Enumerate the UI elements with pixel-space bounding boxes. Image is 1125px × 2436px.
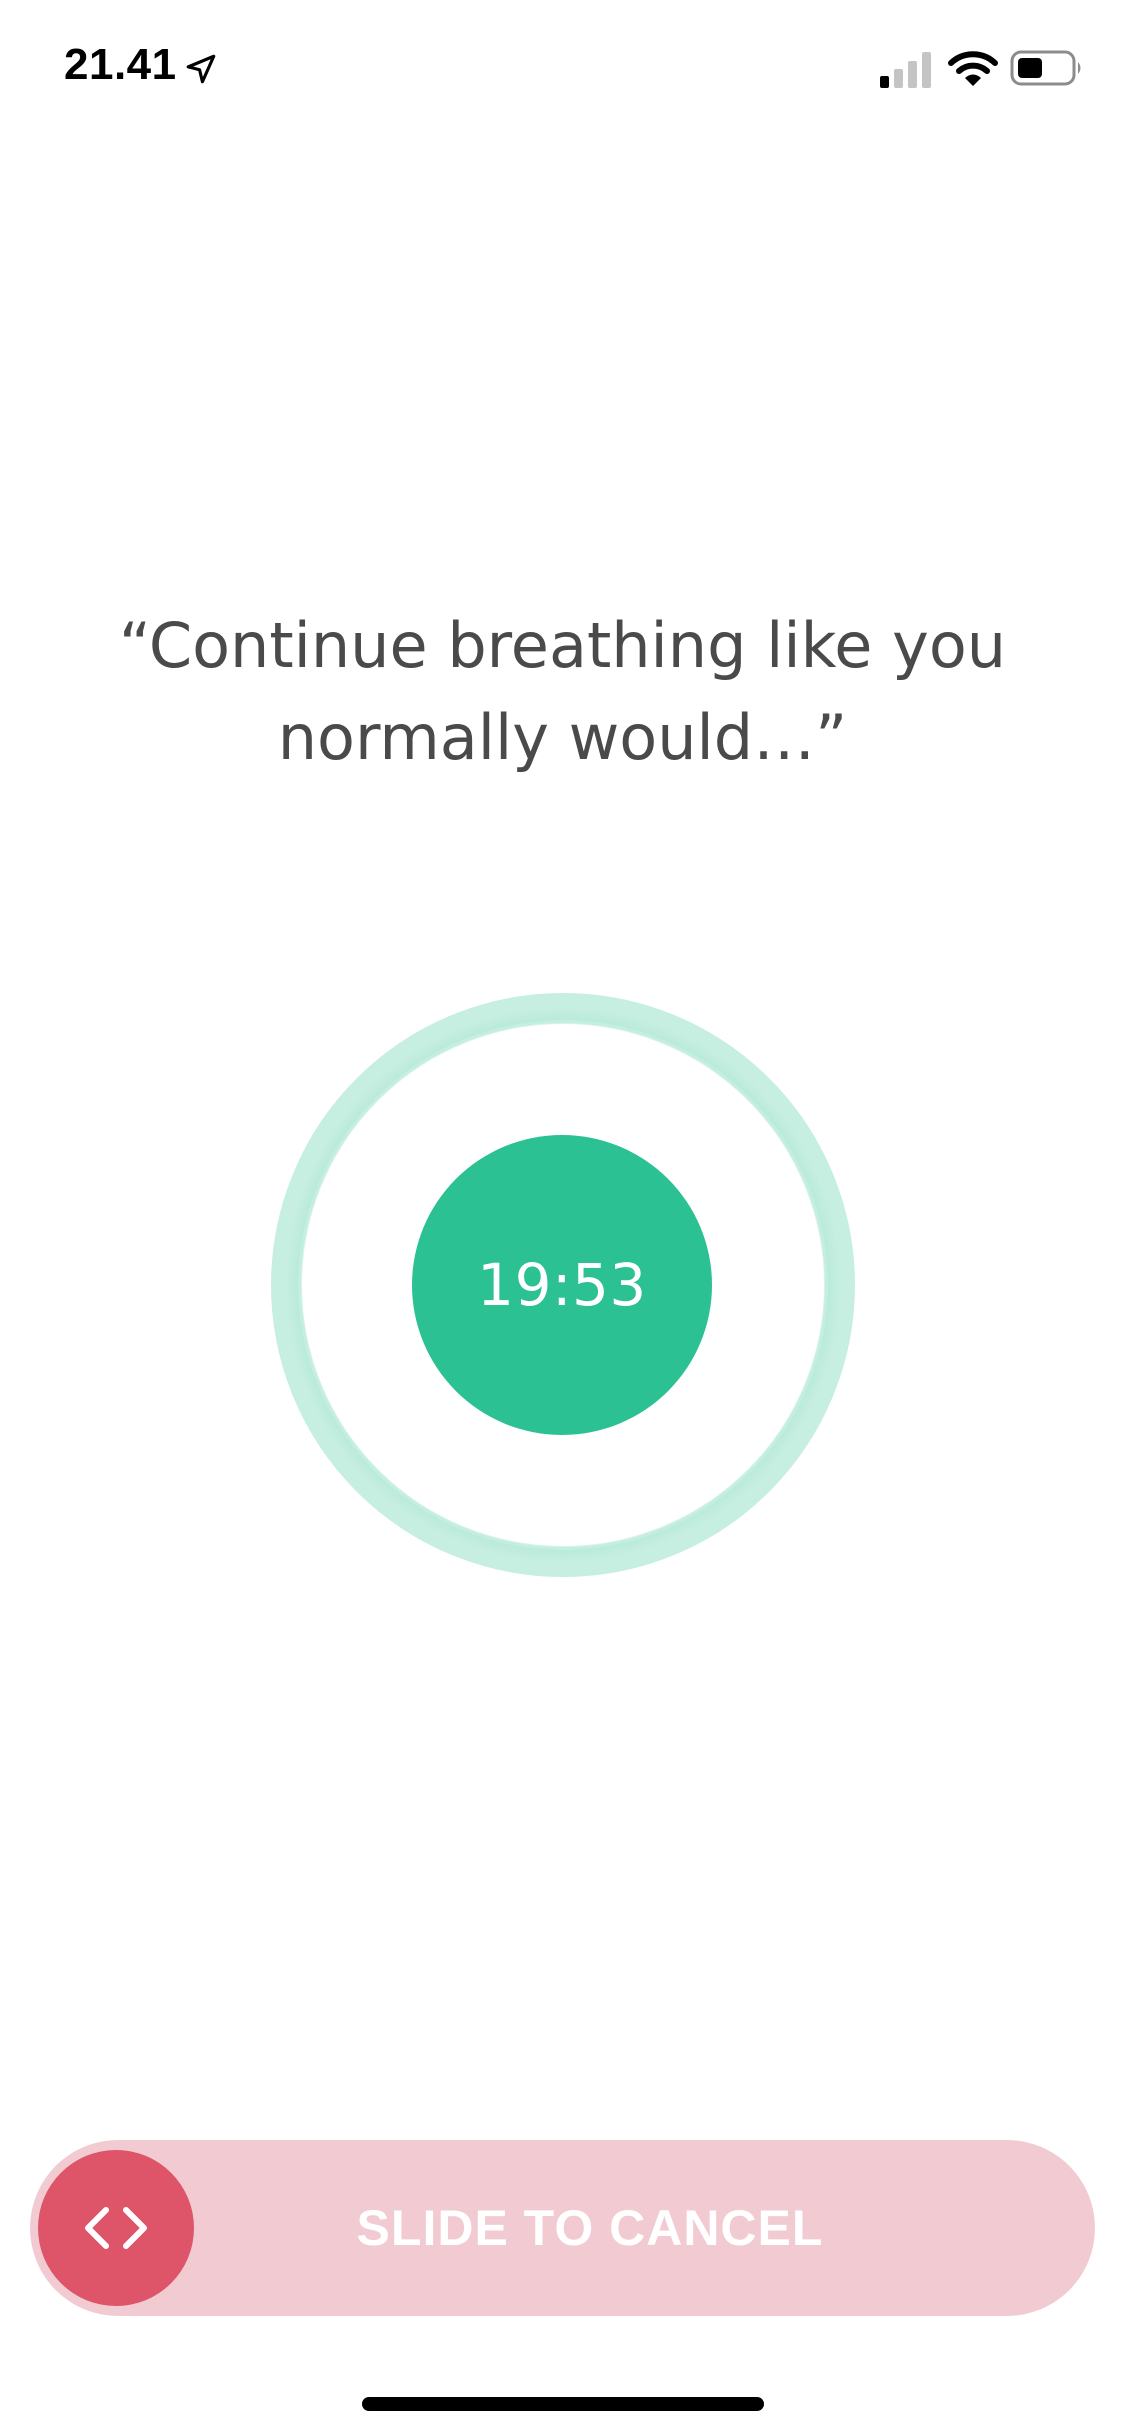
timer-circle: 19:53 (412, 1135, 712, 1435)
slide-to-cancel-label: SLIDE TO CANCEL (356, 2200, 824, 2256)
timer-value: 19:53 (477, 1251, 647, 1319)
slide-to-cancel-handle[interactable] (38, 2150, 194, 2306)
battery-icon (1010, 50, 1081, 86)
slide-to-cancel-track[interactable]: SLIDE TO CANCEL (30, 2140, 1095, 2316)
status-time: 21.41 (64, 40, 177, 89)
signal-icon (880, 52, 931, 88)
status-bar: 21.41 (0, 0, 1125, 140)
wifi-icon (948, 51, 998, 86)
breathing-instruction: “Continue breathing like you normally wo… (118, 609, 1007, 774)
drag-arrows-icon (85, 2207, 147, 2249)
location-arrow-icon (186, 54, 216, 84)
home-indicator[interactable] (362, 2397, 764, 2411)
